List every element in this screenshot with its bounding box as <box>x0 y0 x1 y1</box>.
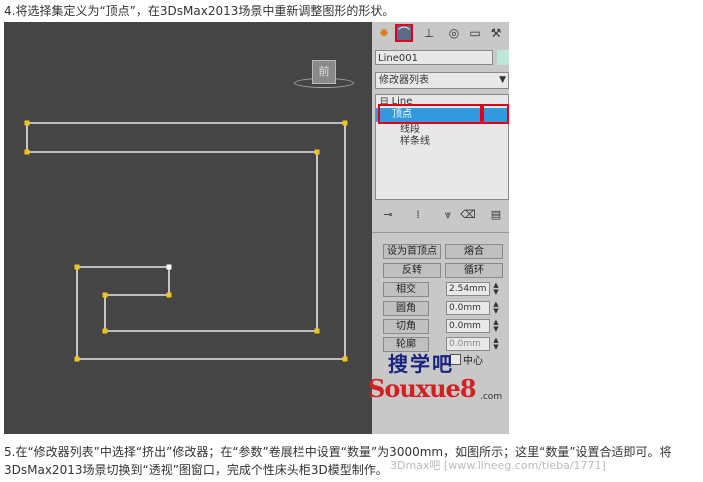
viewcube[interactable]: 前 <box>312 60 336 84</box>
first-vertex <box>166 264 172 270</box>
vertex <box>166 292 172 298</box>
show-end-result-icon[interactable]: ⁞ <box>410 208 426 222</box>
chamfer-spinner[interactable]: 0.0mm <box>446 319 490 333</box>
watermark-domain-suffix: .com <box>480 392 503 402</box>
tieba-watermark-url: 3Dmax吧 [www.lineeg.com/tieba/1771] <box>390 459 606 472</box>
vertex <box>102 292 108 298</box>
spinner-arrows-icon[interactable]: ▲ ▼ <box>492 282 500 296</box>
object-name-field[interactable]: Line001 <box>375 50 493 65</box>
watermark-logo-text: Souxue8 <box>368 374 477 403</box>
hierarchy-tab-icon[interactable]: ⊥ <box>420 24 438 42</box>
configure-sets-icon[interactable]: ▤ <box>488 208 504 222</box>
create-tab-icon[interactable]: ✸ <box>375 24 393 42</box>
vertex <box>24 120 30 126</box>
vertex <box>342 356 348 362</box>
make-first-button[interactable]: 设为首顶点 <box>383 244 441 259</box>
vertex <box>342 120 348 126</box>
vertex <box>74 264 80 270</box>
utilities-tab-icon[interactable]: ⚒ <box>487 24 505 42</box>
vertex <box>102 328 108 334</box>
stack-item-spline[interactable]: 样条线 <box>400 136 430 148</box>
stack-toolbar: ⊸ ⁞ ⩔ ⌫ ▤ <box>372 205 509 227</box>
vertex <box>314 328 320 334</box>
souxue8-watermark: 搜学吧 Souxue8 .com <box>362 348 502 418</box>
make-unique-icon[interactable]: ⩔ <box>440 208 456 222</box>
vertex <box>314 149 320 155</box>
spinner-arrows-icon[interactable]: ▲ ▼ <box>492 319 500 333</box>
cycle-button[interactable]: 循环 <box>445 263 503 278</box>
motion-tab-icon[interactable]: ◎ <box>445 24 463 42</box>
cross-insert-spinner[interactable]: 2.54mm <box>446 282 490 296</box>
spinner-arrows-icon[interactable]: ▲ ▼ <box>492 301 500 315</box>
modifier-list-label: 修改器列表 <box>379 75 429 86</box>
object-color-swatch[interactable] <box>497 50 509 65</box>
step-4-caption: 4.将选择集定义为“顶点”，在3DsMax2013场景中重新调整图形的形状。 <box>4 4 395 18</box>
watermark-cn-text: 搜学吧 <box>388 352 454 376</box>
vertex <box>24 149 30 155</box>
fillet-button[interactable]: 圆角 <box>383 301 429 316</box>
fillet-spinner[interactable]: 0.0mm <box>446 301 490 315</box>
rollout-divider <box>372 232 509 233</box>
cross-insert-button[interactable]: 相交 <box>383 282 429 297</box>
front-viewport[interactable]: 前 <box>4 22 372 434</box>
spline-outline <box>26 122 346 360</box>
chevron-down-icon: ▼ <box>499 75 506 85</box>
vertex-highlight-box <box>378 104 482 124</box>
reverse-button[interactable]: 反转 <box>383 263 441 278</box>
vertex-icon-highlight-box <box>482 104 509 124</box>
modify-tab-icon[interactable]: ⌒ <box>395 24 413 42</box>
chamfer-button[interactable]: 切角 <box>383 319 429 334</box>
vertex <box>74 356 80 362</box>
display-tab-icon[interactable]: ▭ <box>466 24 484 42</box>
fuse-button[interactable]: 熔合 <box>445 244 503 259</box>
stack-item-segment[interactable]: 线段 <box>400 124 420 136</box>
modifier-list-dropdown[interactable]: 修改器列表 ▼ <box>375 72 509 89</box>
vertex-handles <box>24 120 348 362</box>
remove-modifier-icon[interactable]: ⌫ <box>460 208 476 222</box>
command-panel-tabs: ✸ ⌒ ⊥ ◎ ▭ ⚒ <box>372 22 509 46</box>
pin-stack-icon[interactable]: ⊸ <box>380 208 396 222</box>
